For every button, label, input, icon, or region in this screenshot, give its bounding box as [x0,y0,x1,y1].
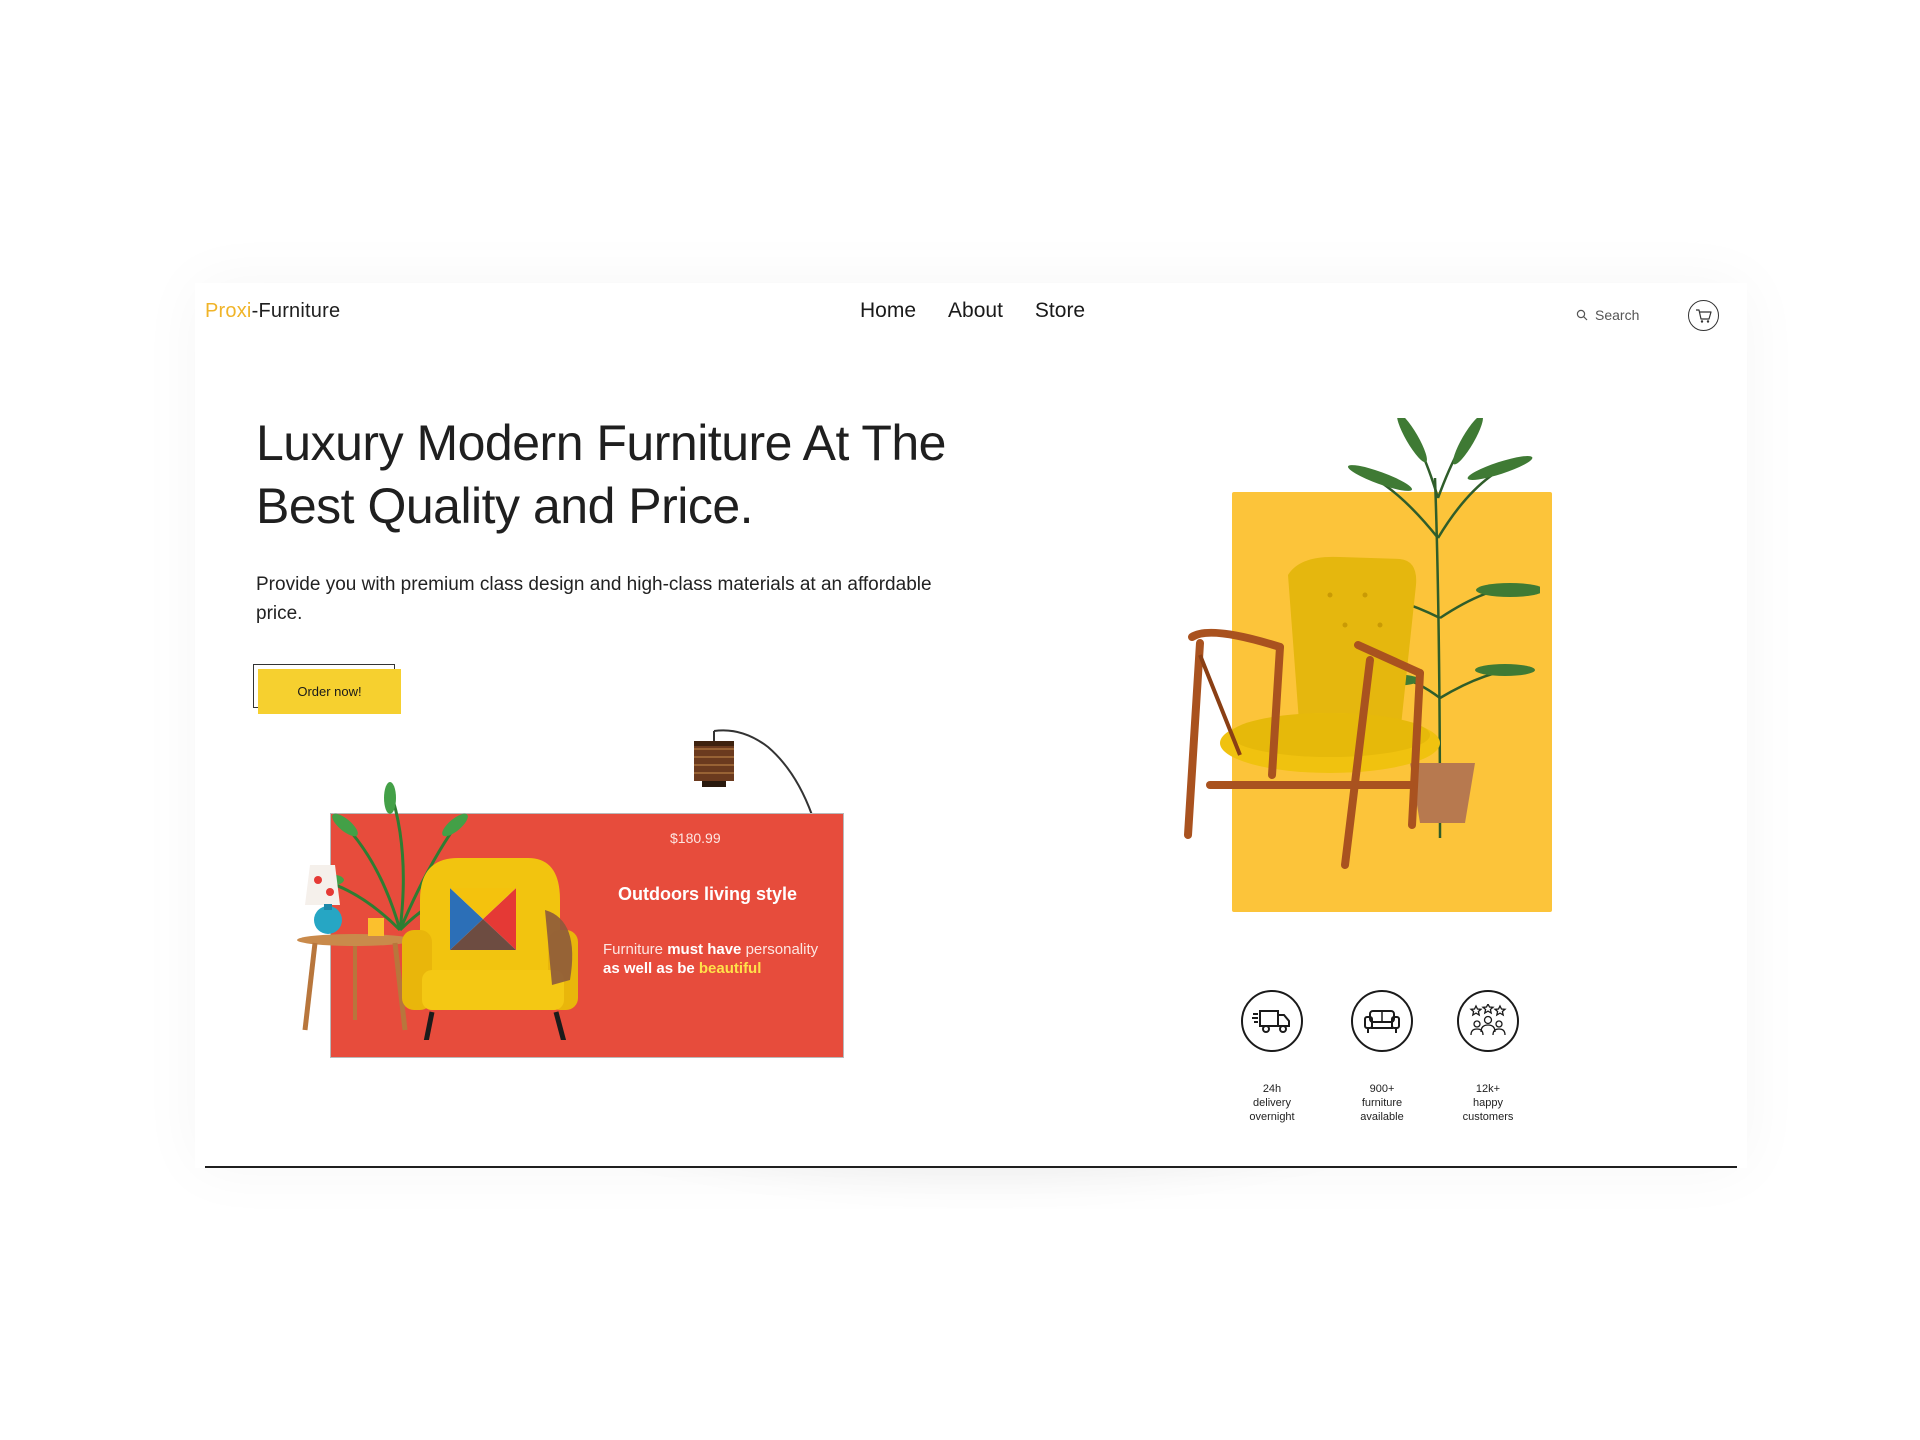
feature-furniture: 900+ furniture available [1327,990,1437,1124]
promo-text-part2: personality [741,941,819,958]
feature-customers-label: 12k+ happy customers [1462,1083,1514,1123]
search-icon [1576,309,1588,321]
nav-item-home[interactable]: Home [860,299,916,323]
feature-delivery-label: 24h delivery overnight [1249,1083,1295,1123]
page-divider [205,1166,1737,1168]
nav-item-store[interactable]: Store [1035,299,1085,323]
promo-title: Outdoors living style [618,884,798,904]
happy-customers-icon [1469,1004,1507,1036]
promo-text-part1: Furniture [603,941,668,958]
feature-furniture-circle [1351,990,1413,1052]
order-button-wrapper: Order now! [253,664,401,714]
feature-furniture-label: 900+ furniture available [1360,1083,1404,1123]
brand-logo-part2: Furniture [258,300,341,322]
feature-customers: 12k+ happy customers [1433,990,1543,1124]
cart-button[interactable] [1688,300,1719,331]
hero-subtext: Provide you with premium class design an… [256,574,932,624]
promo-text-bold1: must have [667,941,742,958]
promo-price: $180.99 [670,830,721,846]
hero-armchair-image [1184,556,1440,869]
sofa-icon [1364,1010,1400,1033]
feature-delivery: 24h delivery overnight [1217,990,1327,1124]
feature-delivery-circle [1241,990,1303,1052]
delivery-truck-icon [1252,1010,1290,1033]
promo-text-highlight: beautiful [698,960,762,977]
hero-headline: Luxury Modern Furniture At The Best Qual… [256,415,946,534]
main-nav: Home About Store [860,299,1085,323]
nav-item-about[interactable]: About [948,299,1003,323]
floor-lamp-image [694,729,813,816]
order-now-button[interactable]: Order now! [258,669,401,714]
cart-icon [1695,308,1712,323]
feature-customers-circle [1457,990,1519,1052]
promo-text-bold2: as well as be [603,960,699,977]
search-placeholder: Search [1595,307,1640,323]
promo-armchair-image [297,782,578,1040]
brand-logo-part1: Proxi [205,300,252,322]
brand-logo[interactable]: Proxi-Furniture [205,300,340,323]
search-field[interactable]: Search [1576,307,1639,323]
promo-description: Furniture must have personality as well … [603,940,848,978]
